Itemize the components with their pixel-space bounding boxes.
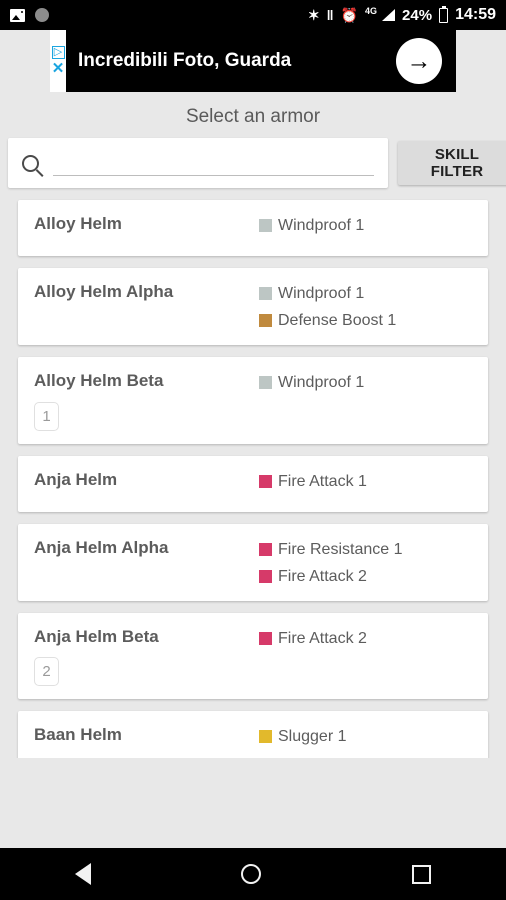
download-circle-icon	[35, 8, 49, 22]
skill-label: Fire Resistance 1	[278, 538, 403, 561]
armor-list-item[interactable]: Anja Helm Beta 2 Fire Attack 2	[18, 613, 488, 699]
home-icon[interactable]	[241, 864, 261, 884]
armor-skill-list: Windproof 1	[259, 213, 474, 243]
skill-color-swatch-icon	[259, 570, 272, 583]
photo-icon	[10, 9, 25, 22]
skill-color-swatch-icon	[259, 376, 272, 389]
ad-headline: Incredibili Foto, Guarda	[78, 50, 396, 72]
search-row: SKILL FILTER	[0, 138, 506, 188]
back-icon[interactable]	[75, 863, 91, 885]
status-bar: ✶ ‖ ⏰ 4G 24% 14:59	[0, 0, 506, 30]
armor-list: Alloy HelmWindproof 1Alloy Helm AlphaWin…	[0, 200, 506, 758]
armor-item-left: Baan Helm	[34, 724, 259, 754]
armor-skill-row: Fire Attack 2	[259, 565, 474, 588]
armor-list-item[interactable]: Alloy Helm Beta 1 Windproof 1	[18, 357, 488, 443]
status-bar-right-icons: ✶ ‖ ⏰ 4G 24% 14:59	[308, 6, 496, 24]
armor-skill-row: Windproof 1	[259, 214, 474, 237]
armor-name: Alloy Helm	[34, 213, 259, 234]
network-type-label: 4G	[365, 6, 377, 16]
ad-badges: ▷ ✕	[50, 30, 66, 92]
armor-list-item[interactable]: Anja Helm Alpha Fire Resistance 1 Fire Att…	[18, 524, 488, 601]
search-input[interactable]	[53, 150, 374, 176]
slot-badge: 1	[34, 402, 59, 431]
recents-icon[interactable]	[412, 865, 431, 884]
armor-skill-row: Fire Resistance 1	[259, 538, 474, 561]
armor-skill-list: Windproof 1	[259, 370, 474, 430]
armor-skill-list: Slugger 1	[259, 724, 474, 754]
armor-item-left: Anja Helm	[34, 469, 259, 499]
skill-color-swatch-icon	[259, 632, 272, 645]
alarm-icon: ⏰	[341, 8, 358, 22]
skill-color-swatch-icon	[259, 314, 272, 327]
signal-icon	[382, 9, 395, 21]
armor-item-left: Alloy Helm Alpha	[34, 281, 259, 332]
skill-color-swatch-icon	[259, 475, 272, 488]
skill-label: Defense Boost 1	[278, 309, 396, 332]
status-bar-left-icons	[10, 8, 49, 22]
skill-color-swatch-icon	[259, 219, 272, 232]
adchoices-icon[interactable]: ▷	[52, 46, 65, 59]
skill-label: Fire Attack 1	[278, 470, 367, 493]
armor-list-scroll-area[interactable]: Alloy HelmWindproof 1Alloy Helm AlphaWin…	[0, 188, 506, 758]
armor-item-left: Anja Helm Alpha	[34, 537, 259, 588]
skill-label: Fire Attack 2	[278, 565, 367, 588]
close-icon[interactable]: ✕	[52, 61, 65, 76]
armor-name: Alloy Helm Alpha	[34, 281, 259, 302]
armor-skill-list: Fire Attack 2	[259, 626, 474, 686]
skill-label: Fire Attack 2	[278, 627, 367, 650]
skill-color-swatch-icon	[259, 543, 272, 556]
armor-skill-list: Windproof 1 Defense Boost 1	[259, 281, 474, 332]
armor-slots: 1	[34, 402, 259, 431]
battery-percent-label: 24%	[402, 7, 432, 24]
skill-label: Windproof 1	[278, 282, 364, 305]
vibrate-icon: ‖	[327, 8, 334, 22]
armor-skill-row: Fire Attack 2	[259, 627, 474, 650]
armor-skill-row: Windproof 1	[259, 371, 474, 394]
skill-label: Windproof 1	[278, 371, 364, 394]
armor-item-left: Alloy Helm Beta 1	[34, 370, 259, 430]
armor-slots: 2	[34, 657, 259, 686]
armor-name: Anja Helm	[34, 469, 259, 490]
armor-name: Baan Helm	[34, 724, 259, 745]
slot-badge: 2	[34, 657, 59, 686]
skill-color-swatch-icon	[259, 287, 272, 300]
search-box[interactable]	[8, 138, 388, 188]
armor-list-item[interactable]: Alloy Helm Windproof 1	[18, 200, 488, 256]
armor-item-left: Anja Helm Beta 2	[34, 626, 259, 686]
armor-list-item[interactable]: Anja Helm Fire Attack 1	[18, 456, 488, 512]
armor-name: Anja Helm Alpha	[34, 537, 259, 558]
clock-label: 14:59	[455, 6, 496, 24]
armor-skill-row: Fire Attack 1	[259, 470, 474, 493]
armor-name: Anja Helm Beta	[34, 626, 259, 647]
armor-item-left: Alloy Helm	[34, 213, 259, 243]
armor-skill-list: Fire Resistance 1 Fire Attack 2	[259, 537, 474, 588]
android-navigation-bar	[0, 848, 506, 900]
armor-skill-row: Slugger 1	[259, 725, 474, 748]
skill-label: Slugger 1	[278, 725, 347, 748]
armor-skill-list: Fire Attack 1	[259, 469, 474, 499]
armor-skill-row: Windproof 1	[259, 282, 474, 305]
armor-name: Alloy Helm Beta	[34, 370, 259, 391]
skill-color-swatch-icon	[259, 730, 272, 743]
battery-charging-icon	[439, 8, 448, 23]
armor-list-item[interactable]: Baan Helm Slugger 1	[18, 711, 488, 758]
armor-list-item[interactable]: Alloy Helm Alpha Windproof 1 Defense Boost…	[18, 268, 488, 345]
page-title: Select an armor	[0, 92, 506, 138]
ad-banner[interactable]: ▷ ✕ Incredibili Foto, Guarda →	[50, 30, 456, 92]
ad-cta-arrow-icon[interactable]: →	[396, 38, 442, 84]
search-icon	[22, 155, 39, 172]
skill-label: Windproof 1	[278, 214, 364, 237]
skill-filter-button[interactable]: SKILL FILTER	[398, 141, 506, 185]
armor-skill-row: Defense Boost 1	[259, 309, 474, 332]
bluetooth-icon: ✶	[308, 8, 320, 22]
